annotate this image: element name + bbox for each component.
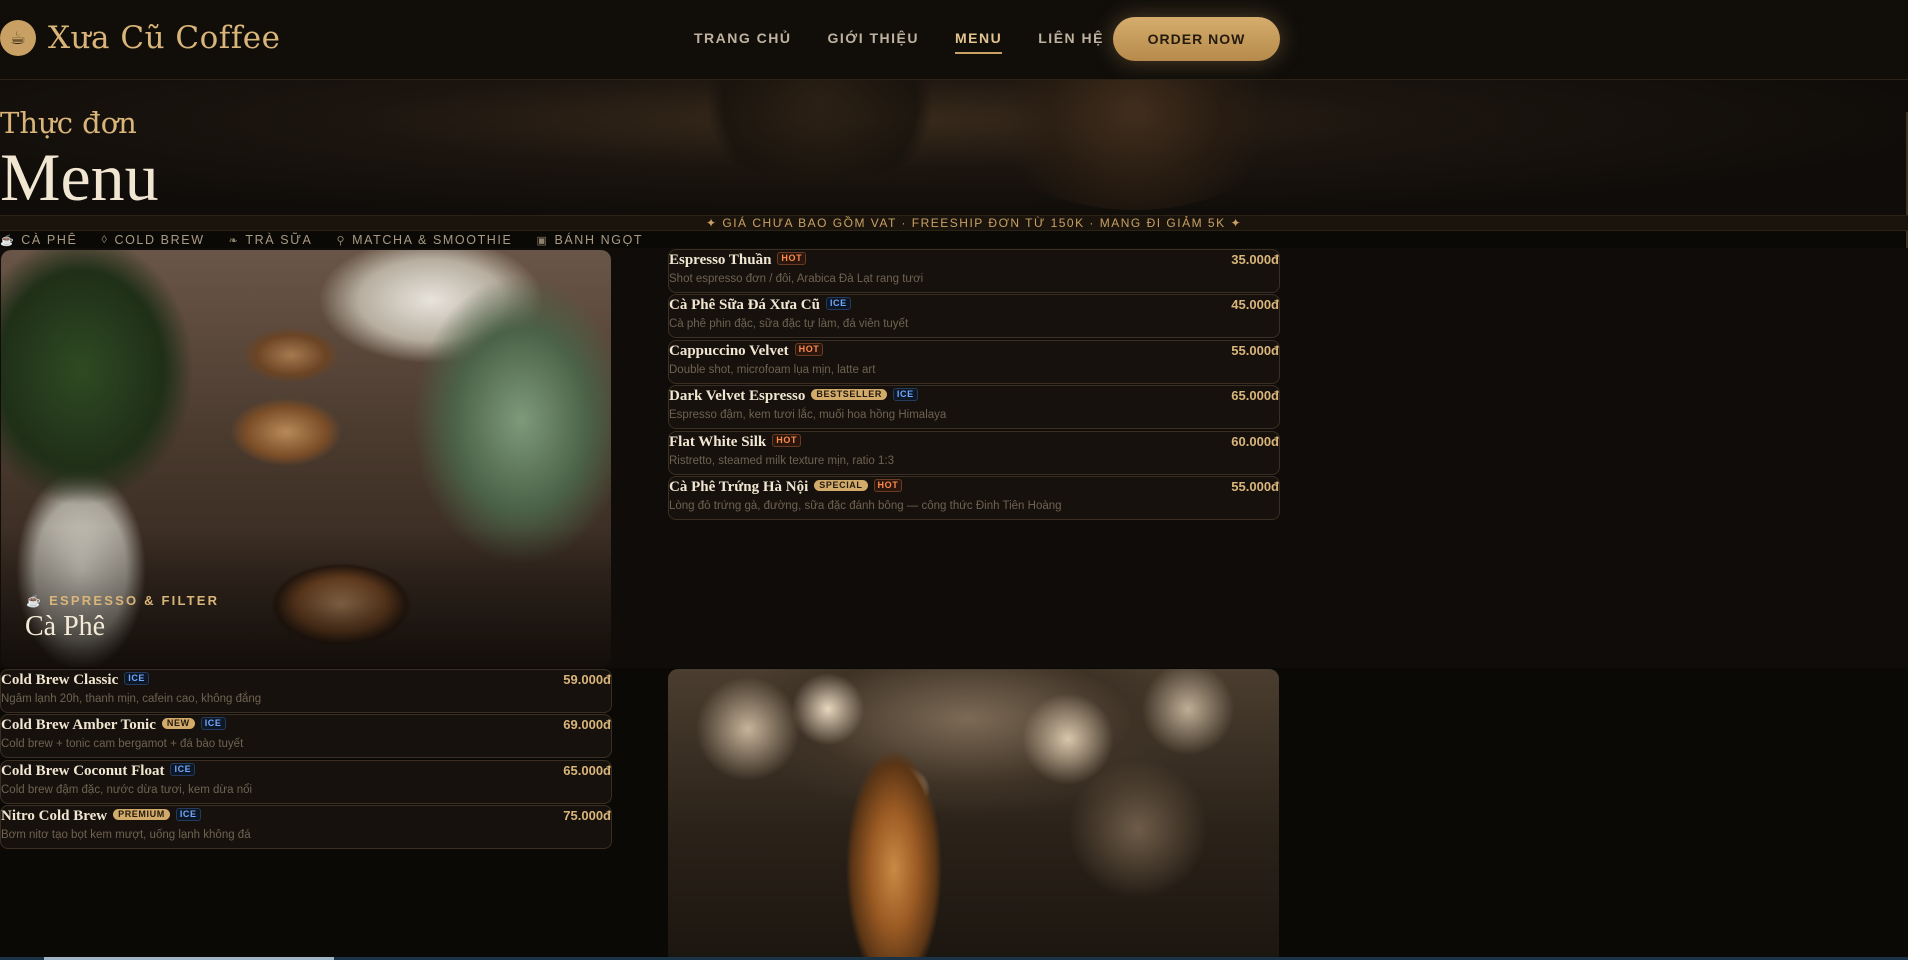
brand-name: Xưa Cũ Coffee (48, 20, 281, 56)
item-description: Cold brew + tonic cam bergamot + đá bào … (1, 738, 244, 750)
coffee-bean-icon: ☕ (0, 20, 36, 56)
tab-ca-phe[interactable]: ☕ CÀ PHÊ (0, 232, 77, 248)
brand[interactable]: ☕ Xưa Cũ Coffee (0, 20, 280, 56)
order-now-button[interactable]: ORDER NOW (1113, 17, 1280, 61)
item-name: Cold Brew Classic ICE (1, 672, 150, 689)
item-price: 45.000đ (1231, 297, 1279, 312)
item-price: 65.000đ (1231, 388, 1279, 403)
cold-brew-category-image (668, 669, 1279, 960)
category-kicker: ☕ ESPRESSO & FILTER (26, 593, 220, 608)
tab-cold-brew[interactable]: ◊ COLD BREW (101, 232, 204, 248)
item-name: Nitro Cold Brew PREMIUM ICE (1, 808, 201, 825)
menu-item[interactable]: Cold Brew Coconut Float ICE Cold brew đậm… (0, 760, 612, 804)
item-name: Cà Phê Trứng Hà Nội SPECIAL HOT (669, 479, 903, 496)
page-title: Menu (0, 139, 159, 215)
item-description: Lòng đỏ trứng gà, đường, sữa đặc đánh bô… (669, 500, 1062, 512)
item-price: 69.000đ (563, 717, 611, 732)
tab-label: TRÀ SỮA (245, 233, 313, 247)
hero-subtitle: Thực đơn (0, 106, 137, 140)
nav-link-menu[interactable]: MENU (955, 30, 1003, 54)
leaf-icon: ❧ (228, 234, 240, 247)
item-description: Shot espresso đơn / đôi, Arabica Đà Lạt … (669, 273, 924, 285)
menu-item[interactable]: Flat White Silk HOT Ristretto, steamed mi… (668, 431, 1280, 475)
hot-tag: HOT (772, 434, 802, 447)
category-tabs: ☕ CÀ PHÊ ◊ COLD BREW ❧ TRÀ SỮA ⚲ MATCHA … (0, 232, 667, 248)
promo-notice-bar: ✦ GIÁ CHƯA BAO GỒM VAT · FREESHIP ĐƠN TỪ… (0, 215, 1908, 231)
hot-tag: HOT (873, 479, 903, 492)
hero-background-cup (680, 80, 960, 180)
hero-banner: Thực đơn Menu (0, 80, 1908, 216)
nav-link-home[interactable]: TRANG CHỦ (694, 30, 792, 54)
promo-notice-text: ✦ GIÁ CHƯA BAO GỒM VAT · FREESHIP ĐƠN TỪ… (705, 216, 1243, 230)
item-price: 60.000đ (1231, 434, 1279, 449)
tab-matcha-smoothie[interactable]: ⚲ MATCHA & SMOOTHIE (336, 232, 512, 248)
tab-label: MATCHA & SMOOTHIE (352, 233, 513, 247)
menu-item[interactable]: Cold Brew Classic ICE Ngâm lạnh 20h, than… (0, 669, 612, 713)
item-name: Dark Velvet Espresso BESTSELLER ICE (669, 388, 918, 405)
tab-label: COLD BREW (114, 233, 205, 247)
top-nav: ☕ Xưa Cũ Coffee TRANG CHỦ GIỚI THIỆU MEN… (0, 0, 1908, 80)
hero-background-cup (975, 80, 1295, 210)
item-price: 75.000đ (563, 808, 611, 823)
tab-banh-ngot[interactable]: ▣ BÁNH NGỌT (536, 232, 643, 248)
nav-links: TRANG CHỦ GIỚI THIỆU MENU LIÊN HỆ (694, 30, 1140, 54)
ice-tag: ICE (200, 717, 226, 730)
item-price: 55.000đ (1231, 343, 1279, 358)
item-price: 35.000đ (1231, 252, 1279, 267)
ice-tag: ICE (170, 763, 196, 776)
bestseller-tag: BESTSELLER (811, 389, 887, 400)
coffee-category-image: ☕ ESPRESSO & FILTER Cà Phê (1, 250, 611, 667)
item-price: 59.000đ (563, 672, 611, 687)
category-title: Cà Phê (25, 611, 106, 642)
item-description: Bơm nitơ tạo bọt kem mượt, uống lạnh khô… (1, 829, 251, 841)
item-name: Cold Brew Amber Tonic NEW ICE (1, 717, 226, 734)
ice-tag: ICE (175, 808, 201, 821)
item-price: 65.000đ (563, 763, 611, 778)
menu-item[interactable]: Cappuccino Velvet HOT Double shot, microf… (668, 340, 1280, 384)
new-tag: NEW (161, 718, 195, 729)
tab-label: BÁNH NGỌT (554, 233, 644, 247)
item-name: Cappuccino Velvet HOT (669, 343, 824, 360)
menu-item[interactable]: Espresso Thuần HOT Shot espresso đơn / đô… (668, 249, 1280, 293)
item-description: Cold brew đậm đặc, nước dừa tươi, kem dừ… (1, 784, 253, 796)
cake-icon: ▣ (536, 234, 549, 247)
menu-item[interactable]: Cold Brew Amber Tonic NEW ICE Cold brew + … (0, 714, 612, 758)
tab-tra-sua[interactable]: ❧ TRÀ SỮA (229, 232, 313, 248)
item-description: Cà phê phin đặc, sữa đặc tự làm, đá viên… (669, 318, 909, 330)
item-description: Ristretto, steamed milk texture mịn, rat… (669, 455, 894, 467)
menu-item[interactable]: Cà Phê Trứng Hà Nội SPECIAL HOT Lòng đỏ tr… (668, 476, 1280, 520)
tab-label: CÀ PHÊ (21, 233, 78, 247)
item-name: Flat White Silk HOT (669, 434, 802, 451)
menu-item[interactable]: Cà Phê Sữa Đá Xưa Cũ ICE Cà phê phin đặc,… (668, 294, 1280, 338)
special-tag: SPECIAL (814, 480, 868, 491)
item-price: 55.000đ (1231, 479, 1279, 494)
ice-tag: ICE (825, 297, 851, 310)
item-name: Cold Brew Coconut Float ICE (1, 763, 196, 780)
pin-icon: ⚲ (336, 234, 347, 247)
hot-tag: HOT (777, 252, 807, 265)
ice-tag: ICE (124, 672, 150, 685)
item-name: Cà Phê Sữa Đá Xưa Cũ ICE (669, 297, 851, 314)
cup-icon: ☕ (26, 594, 44, 608)
menu-item[interactable]: Nitro Cold Brew PREMIUM ICE Bơm nitơ tạo b… (0, 805, 612, 849)
nav-link-about[interactable]: GIỚI THIỆU (828, 30, 920, 54)
drop-icon: ◊ (101, 234, 109, 246)
cup-icon: ☕ (0, 234, 16, 247)
menu-item[interactable]: Dark Velvet Espresso BESTSELLER ICE Espres… (668, 385, 1280, 429)
ice-tag: ICE (892, 388, 918, 401)
nav-link-contact[interactable]: LIÊN HỆ (1038, 30, 1104, 54)
premium-tag: PREMIUM (113, 809, 170, 820)
item-description: Ngâm lạnh 20h, thanh mịn, cafein cao, kh… (1, 693, 262, 705)
hot-tag: HOT (794, 343, 824, 356)
item-name: Espresso Thuần HOT (669, 252, 807, 269)
item-description: Double shot, microfoam lụa mịn, latte ar… (669, 364, 876, 376)
item-description: Espresso đậm, kem tươi lắc, muối hoa hồn… (669, 409, 947, 421)
